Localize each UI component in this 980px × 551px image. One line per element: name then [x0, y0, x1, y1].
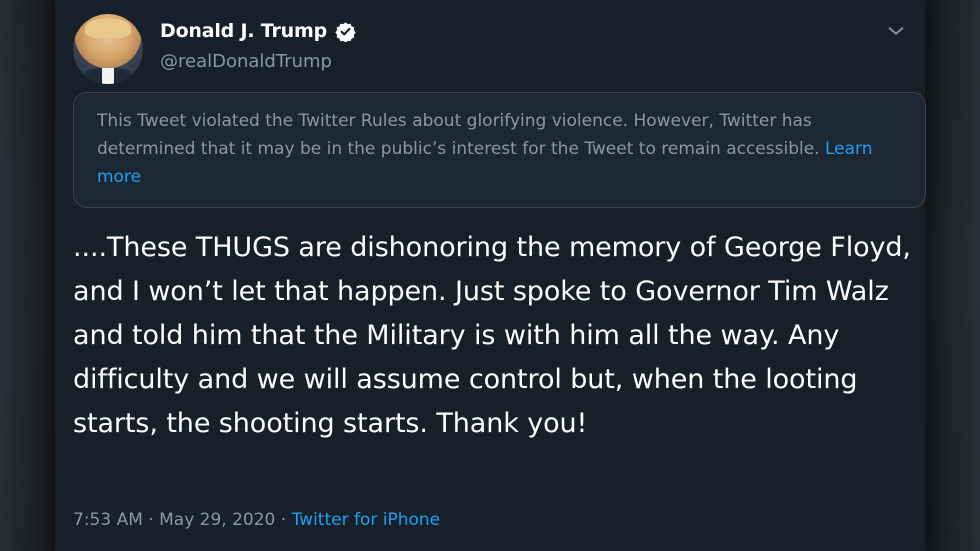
tweet-time[interactable]: 7:53 AM [73, 510, 143, 530]
avatar-collar [102, 68, 114, 84]
tweet-card: Donald J. Trump @realDonaldTrump This Tw… [55, 0, 926, 551]
screenshot-stage: Donald J. Trump @realDonaldTrump This Tw… [0, 0, 980, 551]
tweet-meta: 7:53 AM · May 29, 2020 · Twitter for iPh… [73, 510, 440, 530]
tweet-source-link[interactable]: Twitter for iPhone [292, 510, 441, 530]
rules-violation-notice: This Tweet violated the Twitter Rules ab… [73, 92, 926, 208]
notice-text: This Tweet violated the Twitter Rules ab… [97, 111, 825, 159]
author-display-name[interactable]: Donald J. Trump [160, 20, 327, 42]
meta-separator: · [142, 510, 160, 530]
verified-badge-icon [335, 21, 356, 42]
tweet-date[interactable]: May 29, 2020 [159, 510, 275, 530]
author-name-row: Donald J. Trump [160, 20, 356, 42]
avatar-hair [85, 18, 131, 38]
avatar[interactable] [73, 14, 143, 84]
chevron-down-icon[interactable] [885, 20, 907, 42]
meta-separator: · [275, 510, 292, 530]
tweet-text: ....These THUGS are dishonoring the memo… [73, 232, 911, 439]
author-handle[interactable]: @realDonaldTrump [160, 51, 332, 72]
